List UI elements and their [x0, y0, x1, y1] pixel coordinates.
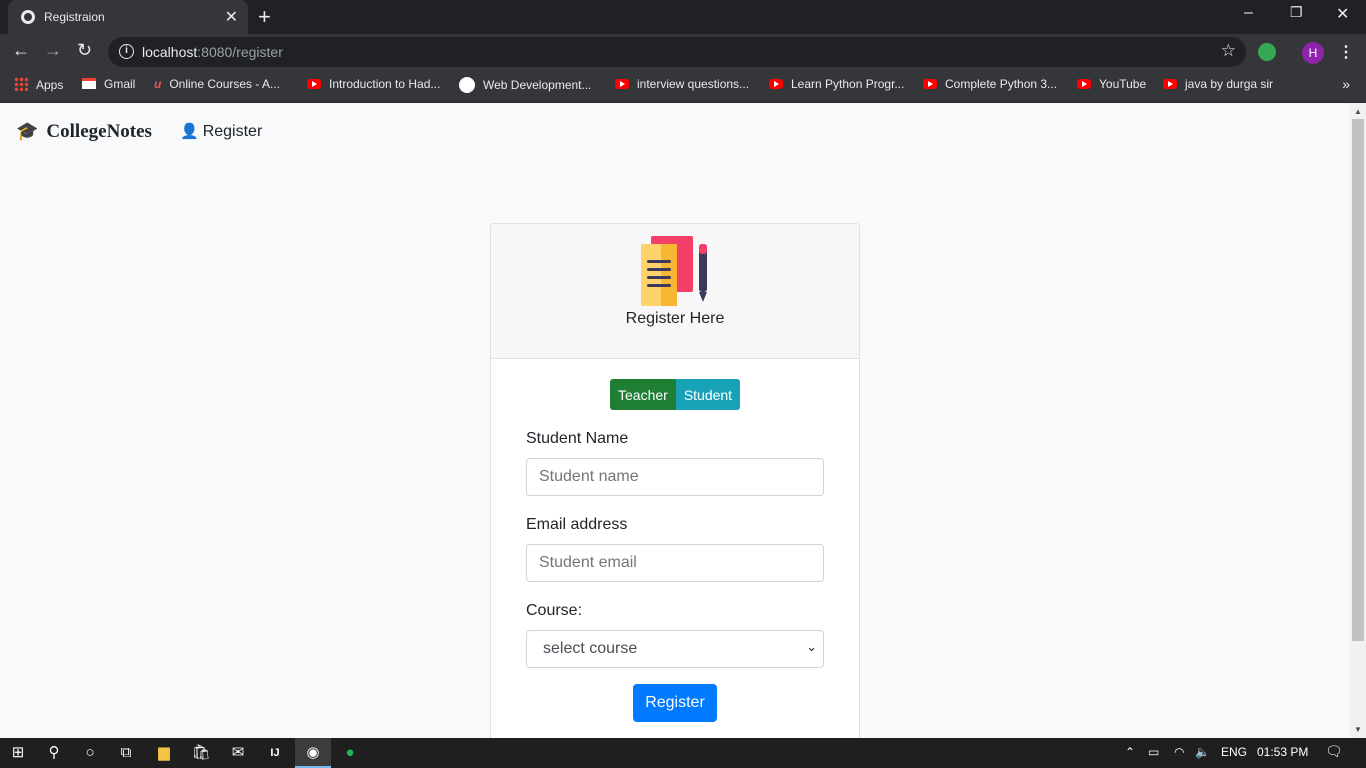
store-icon[interactable]: 🛍 — [183, 738, 219, 768]
notifications-icon[interactable]: 🗨 — [1325, 743, 1343, 760]
back-button[interactable]: ← — [12, 40, 30, 61]
globe-icon — [21, 10, 35, 24]
mail-icon[interactable]: ✉ — [220, 738, 256, 768]
tab-title: Registraion — [44, 10, 105, 24]
brand-link[interactable]: 🎓 CollegeNotes — [16, 121, 152, 143]
course-select[interactable]: select course ⌄ — [526, 630, 824, 668]
cortana-icon[interactable]: ○ — [72, 738, 108, 768]
windows-taskbar: ⊞ ⚲ ○ ⧉ ▆ 🛍 ✉ IJ ◉ ● ⌃ ▭ ◠ 🔈 ENG 01:53 P… — [0, 738, 1366, 768]
extension-icon[interactable] — [1258, 43, 1276, 61]
close-tab-icon[interactable]: ✕ — [225, 7, 238, 27]
browser-menu-icon[interactable]: ⋮ — [1338, 42, 1354, 62]
bookmark-youtube[interactable]: YouTube — [1077, 77, 1146, 91]
notes-icon — [641, 236, 707, 306]
tab-strip: Registraion ✕ + – ❐ ✕ — [0, 0, 1366, 34]
student-name-label: Student Name — [526, 430, 629, 447]
card-header: Register Here — [491, 224, 859, 359]
chevron-down-icon: ⌄ — [806, 639, 817, 654]
chrome-icon[interactable]: ◉ — [295, 738, 331, 768]
email-input[interactable] — [526, 544, 824, 582]
scrollbar-thumb[interactable] — [1352, 119, 1364, 641]
student-button[interactable]: Student — [675, 379, 741, 410]
youtube-icon — [307, 79, 321, 89]
teacher-button[interactable]: Teacher — [610, 379, 676, 410]
youtube-icon — [615, 79, 629, 89]
show-hidden-icons[interactable]: ⌃ — [1125, 745, 1135, 759]
card-title: Register Here — [625, 310, 725, 327]
student-name-input[interactable] — [526, 458, 824, 496]
udemy-icon: u — [154, 77, 162, 91]
forward-button[interactable]: → — [44, 40, 62, 61]
scroll-up-icon[interactable]: ▲ — [1354, 107, 1362, 116]
profile-avatar[interactable]: H — [1302, 42, 1324, 64]
browser-tab[interactable]: Registraion ✕ — [8, 0, 248, 34]
intellij-icon[interactable]: IJ — [257, 738, 293, 768]
youtube-icon — [1077, 79, 1091, 89]
email-label: Email address — [526, 516, 628, 533]
address-bar[interactable]: i localhost:8080/register ☆ — [108, 37, 1246, 67]
register-card: Register Here Teacher Student Student Na… — [490, 223, 860, 738]
page-scrollbar[interactable]: ▲ ▼ — [1350, 103, 1366, 738]
bookmark-apps[interactable]: Apps — [14, 77, 63, 92]
close-window-button[interactable]: ✕ — [1336, 4, 1349, 24]
spotify-icon[interactable]: ● — [332, 738, 368, 768]
language-indicator[interactable]: ENG — [1221, 745, 1247, 759]
role-toggle: Teacher Student — [610, 379, 741, 410]
bookmark-interview[interactable]: interview questions... — [615, 77, 749, 91]
reload-button[interactable]: ↻ — [77, 40, 92, 61]
browser-toolbar: ← → ↻ i localhost:8080/register ☆ H ⋮ — [0, 34, 1366, 70]
url-text: localhost:8080/register — [142, 44, 283, 60]
scroll-down-icon[interactable]: ▼ — [1354, 725, 1362, 734]
windows-start-icon[interactable]: ⊞ — [0, 738, 36, 768]
web-icon — [459, 77, 475, 93]
bookmark-hadoop[interactable]: Introduction to Had... — [307, 77, 440, 91]
user-plus-icon: 👤 — [180, 123, 199, 140]
minimize-button[interactable]: – — [1244, 4, 1253, 22]
bookmark-star-icon[interactable]: ☆ — [1221, 41, 1236, 61]
wifi-icon[interactable]: ◠ — [1174, 745, 1184, 759]
bookmark-python[interactable]: Learn Python Progr... — [769, 77, 904, 91]
bookmark-gmail[interactable]: Gmail — [82, 77, 135, 91]
bookmark-webdev[interactable]: Web Development... — [459, 77, 592, 93]
course-label: Course: — [526, 602, 583, 619]
info-icon[interactable]: i — [119, 44, 134, 59]
volume-icon[interactable]: 🔈 — [1195, 745, 1210, 759]
bookmark-udemy[interactable]: u Online Courses - A... — [154, 77, 280, 91]
battery-icon[interactable]: ▭ — [1148, 745, 1159, 759]
youtube-icon — [923, 79, 937, 89]
task-view-icon[interactable]: ⧉ — [108, 738, 144, 768]
new-tab-button[interactable]: + — [258, 4, 271, 30]
bookmarks-bar: Apps Gmail u Online Courses - A... Introd… — [0, 70, 1366, 103]
restore-button[interactable]: ❐ — [1290, 4, 1303, 21]
youtube-icon — [769, 79, 783, 89]
search-icon[interactable]: ⚲ — [36, 738, 72, 768]
youtube-icon — [1163, 79, 1177, 89]
course-selected-value: select course — [543, 640, 638, 657]
graduation-cap-icon: 🎓 — [16, 121, 39, 141]
file-explorer-icon[interactable]: ▆ — [146, 738, 182, 768]
apps-grid-icon — [14, 77, 28, 91]
bookmark-java[interactable]: java by durga sir — [1163, 77, 1273, 91]
clock[interactable]: 01:53 PM — [1257, 745, 1308, 759]
page-viewport: 🎓 CollegeNotes 👤 Register Register Here Te… — [0, 103, 1350, 738]
nav-register-link[interactable]: 👤 Register — [180, 122, 262, 141]
more-bookmarks-icon[interactable]: » — [1342, 76, 1350, 92]
gmail-icon — [82, 78, 96, 89]
register-button[interactable]: Register — [633, 684, 717, 722]
bookmark-python3[interactable]: Complete Python 3... — [923, 77, 1057, 91]
